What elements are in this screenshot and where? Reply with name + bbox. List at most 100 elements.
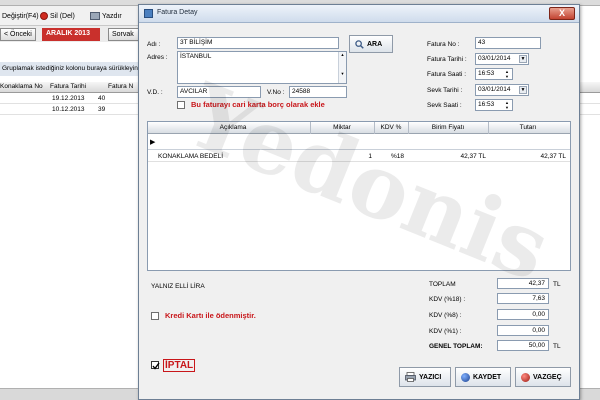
current-month-label: ARALIK 2013 bbox=[42, 28, 100, 41]
background-nav: < Önceki ARALIK 2013 Sorvak bbox=[0, 26, 148, 42]
print-button[interactable]: Yazdır bbox=[90, 10, 122, 22]
invoice-date-value: 03/01/2014 bbox=[478, 55, 511, 62]
invoice-date-label: Fatura Tarihi : bbox=[427, 56, 467, 63]
invoice-number-field[interactable]: 43 bbox=[475, 37, 541, 49]
spin-arrows-icon[interactable]: ▲ ▼ bbox=[503, 100, 511, 110]
invoice-time-stepper[interactable]: 16:53 ▲ ▼ bbox=[475, 68, 513, 80]
column-header-unit-price[interactable]: Birim Fiyatı bbox=[408, 124, 488, 131]
table-row[interactable]: KONAKLAMA BEDELİ 1 %18 42,37 TL 42,37 TL bbox=[148, 151, 570, 162]
invoice-time-label: Fatura Saati : bbox=[427, 71, 467, 78]
edit-label: Değiştir(F4) bbox=[2, 12, 39, 20]
table-cell: 10.12.2013 bbox=[52, 106, 85, 113]
search-button[interactable]: ARA bbox=[349, 35, 393, 53]
cancel-icon bbox=[521, 372, 530, 382]
table-cell: 40 bbox=[98, 95, 106, 102]
search-label: ARA bbox=[367, 40, 383, 48]
edit-button[interactable]: Değiştir(F4) bbox=[2, 10, 39, 22]
line-description: KONAKLAMA BEDELİ bbox=[158, 153, 224, 160]
vat8-value: 0,00 bbox=[497, 309, 549, 320]
chevron-down-icon[interactable]: ▼ bbox=[519, 55, 527, 63]
scroll-down-icon[interactable]: ▼ bbox=[339, 71, 346, 77]
column-header[interactable]: Konaklama No bbox=[0, 83, 43, 90]
table-row[interactable]: 10.12.2013 39 bbox=[0, 105, 140, 115]
invoice-number-label: Fatura No : bbox=[427, 41, 460, 48]
name-label: Adı : bbox=[147, 41, 161, 48]
vat18-value: 7,63 bbox=[497, 293, 549, 304]
vat8-label: KDV (%8) : bbox=[429, 312, 462, 319]
line-total: 42,37 TL bbox=[540, 153, 566, 160]
amount-in-words: YALNIZ ELLİ LİRA bbox=[151, 283, 205, 290]
grand-total-value: 50,00 bbox=[497, 340, 549, 351]
table-row[interactable]: 19.12.2013 40 bbox=[0, 94, 140, 104]
dialog-titlebar[interactable]: Fatura Detay X bbox=[139, 5, 579, 23]
address-field[interactable]: İSTANBUL ▲ ▼ bbox=[177, 51, 347, 84]
column-header[interactable]: Fatura N bbox=[108, 83, 133, 90]
group-by-hint: Gruplamak istediğiniz kolonu buraya sürü… bbox=[0, 62, 140, 76]
subtotal-value: 42,37 bbox=[497, 278, 549, 289]
column-header-total[interactable]: Tutarı bbox=[488, 124, 568, 131]
dialog-title: Fatura Detay bbox=[157, 9, 198, 16]
shipment-time-stepper[interactable]: 16:53 ▲ ▼ bbox=[475, 99, 513, 111]
printer-icon bbox=[405, 372, 416, 382]
cancel-invoice-checkbox[interactable] bbox=[151, 361, 160, 370]
add-debt-label: Bu faturayı cari karta borç olarak ekle bbox=[191, 100, 325, 109]
vat18-label: KDV (%18) : bbox=[429, 296, 466, 303]
spin-arrows-icon[interactable]: ▲ ▼ bbox=[503, 69, 511, 79]
credit-card-checkbox[interactable] bbox=[151, 312, 159, 320]
grand-total-label: GENEL TOPLAM: bbox=[429, 343, 483, 350]
column-header-vat[interactable]: KDV % bbox=[374, 124, 408, 131]
tax-office-label: V.D. : bbox=[147, 89, 163, 96]
delete-button[interactable]: Sil (Del) bbox=[40, 10, 75, 22]
subtotal-currency: TL bbox=[553, 281, 561, 288]
line-unit-price: 42,37 TL bbox=[460, 153, 486, 160]
column-header-description[interactable]: Açıklama bbox=[158, 124, 308, 131]
cancel-invoice-label: İPTAL bbox=[163, 359, 196, 372]
shipment-time-value: 16:53 bbox=[478, 101, 495, 108]
cancel-label: VAZGEÇ bbox=[533, 373, 562, 381]
delete-label: Sil (Del) bbox=[50, 12, 75, 20]
customer-name-field[interactable]: 3T BİLİŞİM bbox=[177, 37, 339, 49]
shipment-date-picker[interactable]: 03/01/2014 ▼ bbox=[475, 84, 529, 96]
line-vat: %18 bbox=[390, 153, 404, 160]
close-button[interactable]: X bbox=[549, 7, 575, 20]
app-icon bbox=[144, 9, 153, 18]
printer-icon bbox=[90, 12, 100, 20]
add-debt-checkbox[interactable] bbox=[177, 101, 185, 109]
vat1-label: KDV (%1) : bbox=[429, 328, 462, 335]
column-header[interactable]: Fatura Tarihi bbox=[50, 83, 86, 90]
save-button[interactable]: KAYDET bbox=[455, 367, 511, 387]
search-icon bbox=[355, 39, 364, 49]
invoice-date-picker[interactable]: 03/01/2014 ▼ bbox=[475, 53, 529, 65]
address-label: Adres : bbox=[147, 54, 168, 61]
invoice-detail-dialog: Fatura Detay X Adı : 3T BİLİŞİM ARA Adre… bbox=[138, 4, 580, 400]
row-indicator-icon: ▶ bbox=[150, 139, 156, 146]
tax-office-field[interactable]: AVCILAR bbox=[177, 86, 261, 98]
line-quantity: 1 bbox=[368, 153, 372, 160]
shipment-time-label: Sevk Saati : bbox=[427, 102, 462, 109]
address-scrollbar[interactable]: ▲ ▼ bbox=[338, 52, 346, 83]
grand-total-currency: TL bbox=[553, 343, 561, 350]
invoice-lines-grid[interactable]: Açıklama Miktar KDV % Birim Fiyatı Tutar… bbox=[147, 121, 571, 271]
print-invoice-button[interactable]: YAZICI bbox=[399, 367, 451, 387]
vat1-value: 0,00 bbox=[497, 325, 549, 336]
credit-card-label: Kredi Kartı ile ödenmiştir. bbox=[165, 311, 256, 320]
table-cell: 39 bbox=[98, 106, 106, 113]
background-toolbar: Değiştir(F4) Sil (Del) Yazdır bbox=[0, 6, 140, 26]
delete-icon bbox=[40, 12, 48, 20]
subtotal-label: TOPLAM bbox=[429, 281, 456, 288]
print-invoice-label: YAZICI bbox=[419, 373, 442, 381]
address-value: İSTANBUL bbox=[180, 53, 212, 60]
grid-header: Açıklama Miktar KDV % Birim Fiyatı Tutar… bbox=[148, 122, 570, 134]
column-header-quantity[interactable]: Miktar bbox=[310, 124, 374, 131]
new-row[interactable]: ▶ bbox=[148, 134, 570, 150]
save-icon bbox=[461, 372, 470, 382]
previous-month-button[interactable]: < Önceki bbox=[0, 28, 36, 41]
save-label: KAYDET bbox=[473, 373, 502, 381]
tax-number-field[interactable]: 24588 bbox=[289, 86, 347, 98]
cancel-button[interactable]: VAZGEÇ bbox=[515, 367, 571, 387]
background-grid-header: Konaklama No Fatura Tarihi Fatura N bbox=[0, 82, 140, 93]
shipment-date-label: Sevk Tarihi : bbox=[427, 87, 463, 94]
checkmark-icon bbox=[152, 362, 160, 370]
chevron-down-icon[interactable]: ▼ bbox=[519, 86, 527, 94]
scroll-up-icon[interactable]: ▲ bbox=[339, 52, 346, 58]
